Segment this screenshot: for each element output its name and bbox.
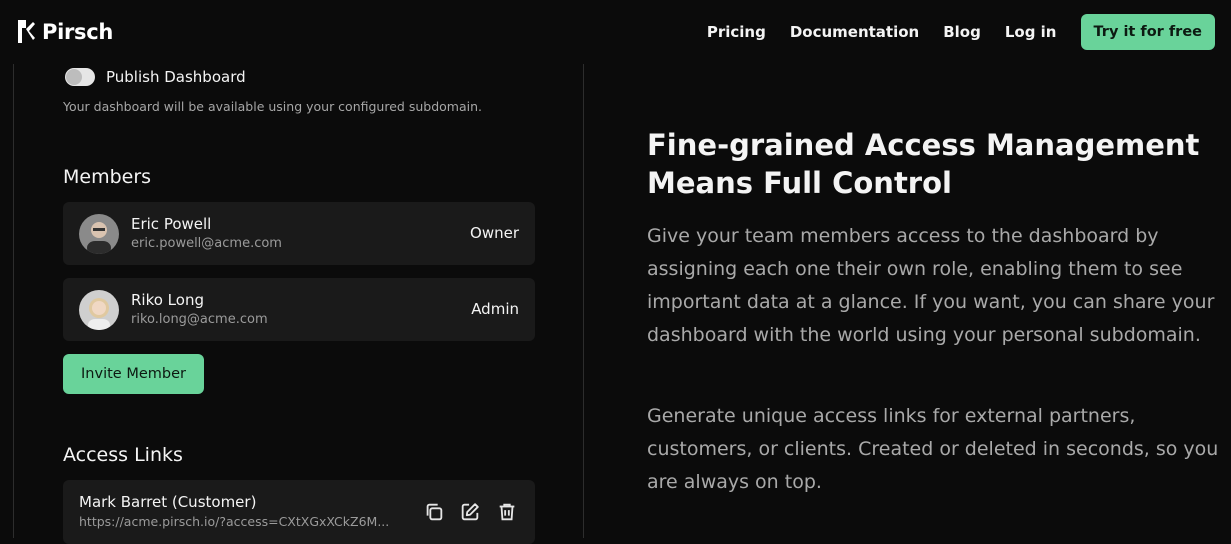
feature-paragraph: Generate unique access links for externa… [647,405,1219,493]
avatar-eric-icon [79,214,119,254]
member-email: eric.powell@acme.com [131,236,282,251]
delete-icon[interactable] [496,501,518,523]
pirsch-logo-icon [18,20,35,43]
nav-blog[interactable]: Blog [943,23,981,41]
publish-dashboard-label: Publish Dashboard [106,68,246,86]
member-email: riko.long@acme.com [131,312,268,327]
copy-icon[interactable] [423,501,445,523]
nav-login[interactable]: Log in [1005,23,1057,41]
brand-logo[interactable]: Pirsch [16,18,113,45]
nav-pricing[interactable]: Pricing [707,23,766,41]
feature-headline: Fine-grained Access Management Means Ful… [647,128,1200,200]
avatar [79,290,119,330]
nav-documentation[interactable]: Documentation [790,23,919,41]
brand-name: Pirsch [42,19,114,44]
access-link-card: Mark Barret (Customer) https://acme.pirs… [63,480,535,544]
access-link-name: Mark Barret (Customer) [79,493,257,511]
edit-icon[interactable] [459,501,481,523]
avatar-riko-icon [79,290,119,330]
avatar [79,214,119,254]
invite-member-button[interactable]: Invite Member [63,354,204,394]
publish-dashboard-hint: Your dashboard will be available using y… [63,99,482,114]
member-role[interactable]: Admin [471,300,519,318]
panel-border-left [13,64,14,538]
member-card: Riko Long riko.long@acme.com Admin [63,278,535,341]
access-links-title: Access Links [63,444,183,466]
access-link-url[interactable]: https://acme.pirsch.io/?access=CXtXGxXCk… [79,514,399,529]
main-nav: Pricing Documentation Blog Log in Try it… [707,0,1231,64]
try-free-button[interactable]: Try it for free [1080,14,1215,50]
toggle-knob [66,69,82,85]
member-card: Eric Powell eric.powell@acme.com Owner [63,202,535,265]
member-name: Riko Long [131,291,204,309]
member-name: Eric Powell [131,215,212,233]
panel-divider [583,64,584,538]
feature-paragraph: Give your team members access to the das… [647,225,1215,346]
member-role[interactable]: Owner [470,224,519,242]
publish-dashboard-toggle[interactable] [65,68,95,86]
site-header: Pirsch Pricing Documentation Blog Log in… [0,0,1231,64]
members-title: Members [63,166,152,188]
